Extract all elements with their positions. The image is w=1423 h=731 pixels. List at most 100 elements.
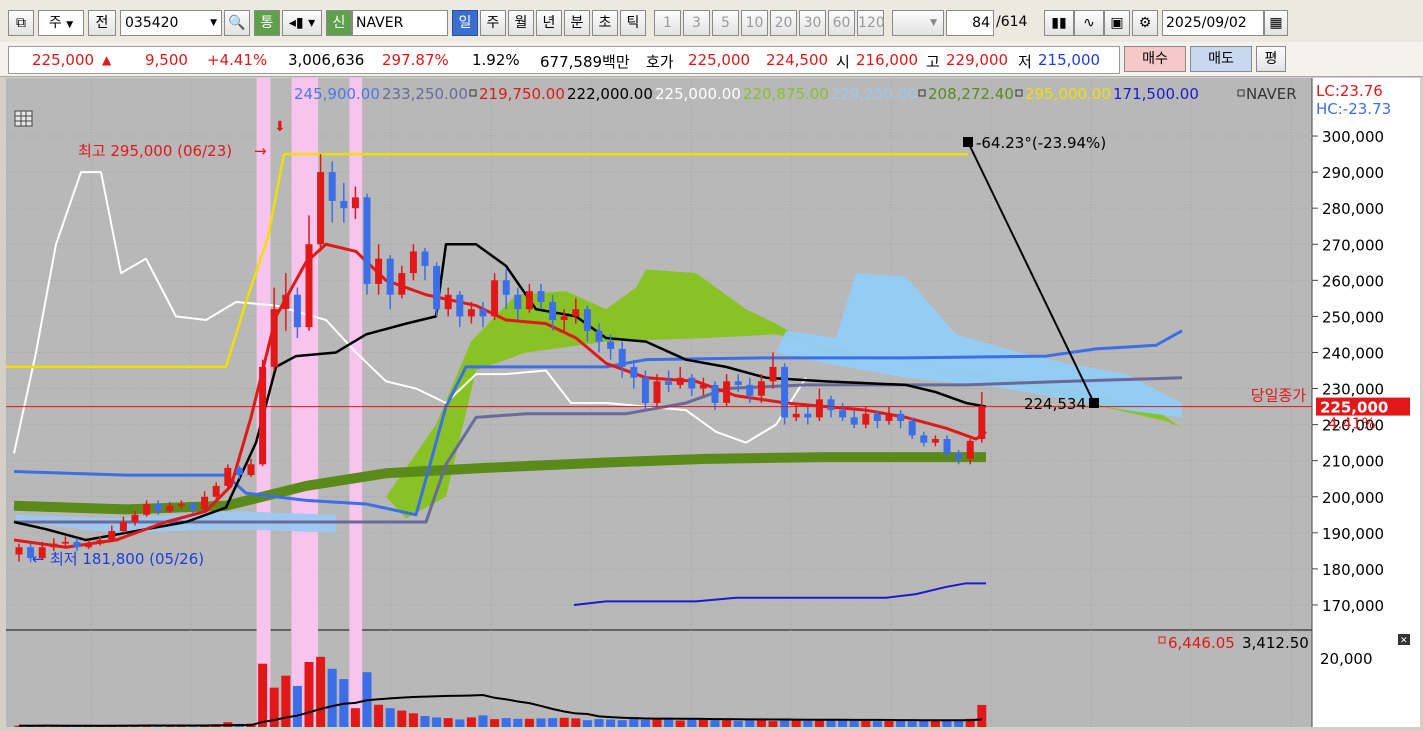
y-tick-label: 180,000 — [1322, 561, 1384, 579]
candle-body — [862, 413, 870, 425]
period-tab-6[interactable]: 틱 — [620, 10, 646, 36]
save-icon[interactable]: ▣ — [1104, 10, 1130, 36]
stock-name-field[interactable]: NAVER — [352, 10, 448, 36]
indicator-icon[interactable]: ∿ — [1074, 10, 1104, 36]
sell-button[interactable]: 매도 — [1190, 46, 1252, 72]
legend-value: 245,900.00 — [294, 85, 380, 103]
candle-body — [50, 543, 58, 548]
volume-bar — [582, 720, 592, 727]
period-tab-0[interactable]: 일 — [452, 10, 478, 36]
trade-amount: 677,589백만 — [540, 53, 630, 71]
event-highlight — [349, 78, 363, 727]
trend-handle-end[interactable] — [1089, 398, 1099, 408]
candle-body — [665, 381, 673, 385]
volume-bar — [304, 661, 314, 727]
candle-body — [421, 251, 429, 266]
minute-tab-60[interactable]: 60 — [828, 10, 855, 36]
minute-tab-120[interactable]: 120 — [857, 10, 885, 36]
candle-body — [154, 503, 162, 512]
candle-body — [873, 413, 881, 421]
volume-bar — [664, 718, 674, 727]
volume-bar — [490, 719, 500, 727]
candle-body — [340, 200, 348, 209]
chevron-down-icon: ▼ — [66, 20, 74, 30]
candle-body — [827, 399, 835, 411]
candle-body — [525, 291, 533, 310]
sin-button[interactable]: 신 — [326, 10, 352, 36]
y-tick-label: 290,000 — [1322, 164, 1384, 182]
candle-body — [978, 406, 986, 440]
period-tab-5[interactable]: 초 — [592, 10, 618, 36]
minute-tab-3[interactable]: 3 — [683, 10, 710, 36]
trend-handle-start[interactable] — [963, 137, 973, 147]
candle-body — [757, 381, 765, 396]
current-price: 225,000 — [32, 51, 95, 69]
period-tab-3[interactable]: 년 — [536, 10, 562, 36]
candle-body — [328, 172, 336, 201]
price-chart[interactable]: 300,000 290,000 280,000 270,000 260,000 250,0… — [6, 78, 1420, 727]
candle-body — [966, 440, 974, 459]
stock-code-input[interactable]: 035420 ▼ — [120, 10, 222, 36]
candle-body — [607, 341, 615, 349]
volume-plot-bg — [6, 630, 1312, 727]
down-arrow-icon: ⬇ — [274, 119, 286, 135]
candle-body — [409, 251, 417, 274]
y-tick-label: 250,000 — [1322, 308, 1384, 326]
minute-tab-30[interactable]: 30 — [799, 10, 826, 36]
minute-tab-5[interactable]: 5 — [712, 10, 739, 36]
mode-select[interactable]: 주 ▼ — [38, 10, 84, 36]
candle-body — [467, 309, 475, 317]
candle-body — [630, 366, 638, 378]
y-tick-label: 190,000 — [1322, 525, 1384, 543]
candle-body — [653, 381, 661, 403]
price-change: 9,500 — [145, 51, 188, 69]
candle-settings-icon[interactable]: ▮▮ — [1044, 10, 1074, 36]
candle-body — [235, 467, 243, 476]
speaker-icon[interactable]: ◂▮ ▾ — [282, 10, 322, 36]
tong-button[interactable]: 통 — [254, 10, 280, 36]
candle-body — [699, 384, 707, 389]
y-tick-label: 260,000 — [1322, 272, 1384, 290]
volume-bar — [443, 718, 453, 727]
period-tab-4[interactable]: 분 — [564, 10, 590, 36]
candle-body — [491, 280, 499, 317]
count-input[interactable]: 84 — [946, 10, 994, 36]
window-menu-icon[interactable]: ⧉ — [8, 10, 34, 36]
interval-select[interactable]: ▼ — [892, 10, 944, 36]
candle-body — [769, 366, 777, 382]
gear-icon[interactable]: ⚙ — [1132, 10, 1158, 36]
buy-button[interactable]: 매수 — [1124, 46, 1186, 72]
volume-bar — [432, 717, 442, 727]
volume-bar — [640, 719, 650, 727]
close-pct-tag: 4.41% — [1328, 415, 1376, 433]
period-tab-1[interactable]: 주 — [480, 10, 506, 36]
candle-body — [15, 547, 23, 555]
candle-body — [514, 294, 522, 310]
candle-body — [781, 366, 789, 418]
volume-bar — [466, 717, 476, 727]
data-table-icon[interactable] — [14, 110, 33, 127]
candle-body — [746, 384, 754, 396]
volume-bar — [513, 718, 523, 727]
search-icon[interactable]: 🔍 — [224, 10, 250, 36]
candle-body — [850, 417, 858, 425]
minute-tab-10[interactable]: 10 — [741, 10, 768, 36]
prev-button[interactable]: 전 — [88, 10, 116, 36]
volume-bar — [478, 715, 488, 727]
period-tab-2[interactable]: 월 — [508, 10, 534, 36]
volume-bar — [571, 718, 581, 727]
open-label: 시 — [836, 53, 850, 71]
chevron-down-icon[interactable]: ▼ — [210, 11, 217, 35]
volume-axis-tick: 20,000 — [1320, 650, 1373, 668]
eval-button[interactable]: 평 — [1256, 46, 1286, 72]
volume-bar — [803, 720, 813, 727]
volume-bar — [548, 718, 558, 727]
y-tick-label: 200,000 — [1322, 489, 1384, 507]
volume-bar — [559, 717, 569, 727]
minute-tab-1[interactable]: 1 — [654, 10, 681, 36]
candle-body — [456, 294, 464, 317]
minute-tab-20[interactable]: 20 — [770, 10, 797, 36]
date-input[interactable]: 2025/09/02 — [1162, 10, 1264, 36]
calendar-icon[interactable]: ▦ — [1264, 10, 1288, 36]
volume-bar — [977, 704, 987, 727]
